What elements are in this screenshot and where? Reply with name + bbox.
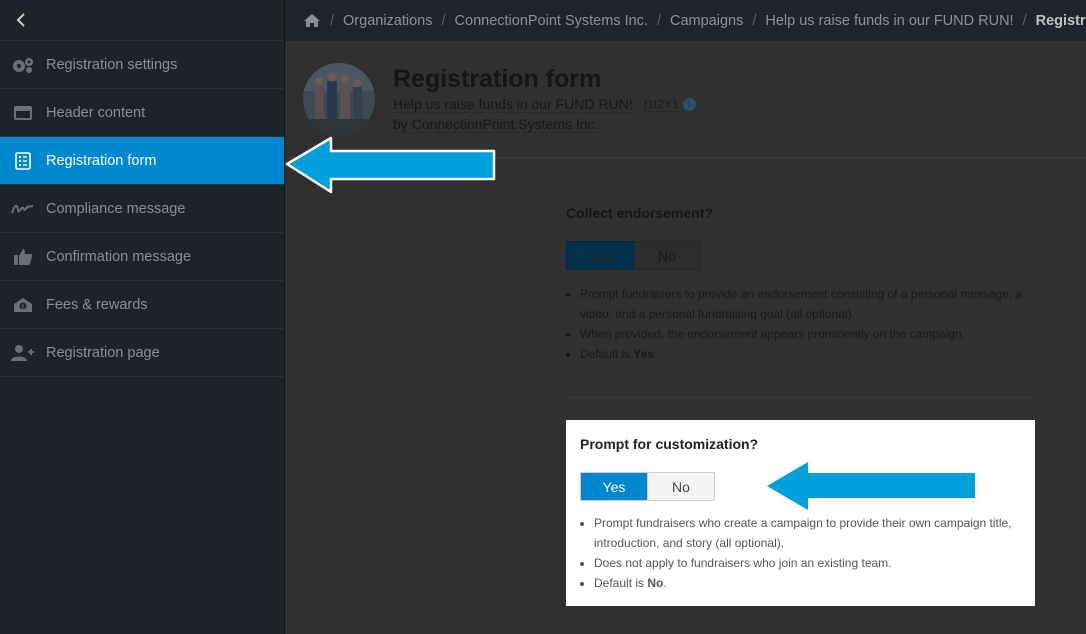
add-user-icon: [0, 344, 46, 362]
organization-link[interactable]: by ConnectionPoint Systems Inc.: [393, 116, 599, 133]
sidebar-header: [0, 0, 284, 41]
info-icon[interactable]: i: [683, 98, 696, 111]
sidebar-item-label: Registration form: [46, 152, 157, 169]
signature-icon: [0, 202, 46, 216]
endorsement-yes-button[interactable]: Yes: [566, 241, 634, 270]
sidebar-item-label: Confirmation message: [46, 248, 192, 265]
page-title: Registration form: [393, 65, 602, 93]
sidebar-item-registration-page[interactable]: Registration page: [0, 329, 284, 377]
sidebar-item-registration-settings[interactable]: Registration settings: [0, 41, 284, 89]
campaign-code[interactable]: f1t2Y1: [644, 97, 679, 112]
list-item: Default is Yes.: [580, 344, 1035, 364]
sidebar-item-label: Registration page: [46, 344, 160, 361]
default-suffix: .: [663, 576, 667, 590]
thumbs-up-icon: [0, 248, 46, 266]
endorsement-section: Collect endorsement? Yes No Prompt fundr…: [566, 205, 1035, 364]
gears-icon: [0, 56, 46, 74]
svg-text:$: $: [21, 303, 25, 310]
campaign-avatar: [303, 63, 375, 135]
endorsement-title: Collect endorsement?: [566, 205, 714, 221]
breadcrumb-organizations[interactable]: Organizations: [343, 13, 432, 29]
breadcrumb-separator: /: [752, 12, 757, 29]
default-prefix: Default is: [594, 576, 648, 590]
header-icon: [0, 105, 46, 121]
list-item: Prompt fundraisers to provide an endorse…: [580, 284, 1035, 324]
breadcrumb-campaigns[interactable]: Campaigns: [670, 13, 743, 29]
endorsement-no-button[interactable]: No: [634, 241, 701, 270]
sidebar-item-compliance-message[interactable]: Compliance message: [0, 185, 284, 233]
breadcrumb-campaign[interactable]: Help us raise funds in our FUND RUN!: [765, 13, 1013, 29]
sidebar-item-registration-form[interactable]: Registration form: [0, 137, 284, 185]
endorsement-help-list: Prompt fundraisers to provide an endorse…: [566, 284, 1035, 364]
breadcrumb: / Organizations / ConnectionPoint System…: [285, 0, 1086, 41]
customization-no-button[interactable]: No: [647, 473, 714, 500]
list-item: Default is No.: [594, 573, 1021, 593]
breadcrumb-separator: /: [656, 12, 661, 29]
default-value: Yes: [633, 347, 655, 361]
default-suffix: .: [654, 347, 658, 361]
breadcrumb-separator: /: [1022, 12, 1027, 29]
campaign-link[interactable]: Help us raise funds in our FUND RUN!: [393, 96, 633, 113]
list-item: Does not apply to fundraisers who join a…: [594, 553, 1021, 573]
money-icon: $: [0, 296, 46, 314]
sidebar-item-label: Compliance message: [46, 200, 186, 217]
form-list-icon: [0, 151, 46, 170]
section-divider: [566, 397, 1035, 398]
breadcrumb-organization[interactable]: ConnectionPoint Systems Inc.: [455, 13, 648, 29]
home-icon[interactable]: [303, 13, 321, 28]
customization-yes-button[interactable]: Yes: [581, 473, 647, 500]
breadcrumb-separator: /: [330, 12, 335, 29]
breadcrumb-separator: /: [441, 12, 446, 29]
list-item: Prompt fundraisers who create a campaign…: [594, 513, 1021, 553]
sidebar-item-label: Registration settings: [46, 56, 178, 73]
list-item: When provided, the endorsement appears p…: [580, 324, 1035, 344]
default-value: No: [647, 576, 664, 590]
chevron-left-icon[interactable]: [16, 13, 26, 27]
sidebar: Registration settings Header content Reg…: [0, 0, 285, 634]
sidebar-item-header-content[interactable]: Header content: [0, 89, 284, 137]
endorsement-toggle: Yes No: [566, 241, 701, 270]
sidebar-item-label: Header content: [46, 104, 146, 121]
default-prefix: Default is: [580, 347, 634, 361]
customization-section: Prompt for customization? Yes No Prompt …: [566, 420, 1035, 606]
breadcrumb-current: Registration: [1035, 12, 1086, 29]
page-header: Registration form Help us raise funds in…: [285, 41, 1086, 158]
customization-help-list: Prompt fundraisers who create a campaign…: [580, 513, 1021, 593]
customization-title: Prompt for customization?: [580, 436, 759, 452]
sidebar-item-label: Fees & rewards: [46, 296, 148, 313]
sidebar-item-confirmation-message[interactable]: Confirmation message: [0, 233, 284, 281]
sidebar-item-fees-rewards[interactable]: $ Fees & rewards: [0, 281, 284, 329]
customization-toggle: Yes No: [580, 472, 715, 501]
